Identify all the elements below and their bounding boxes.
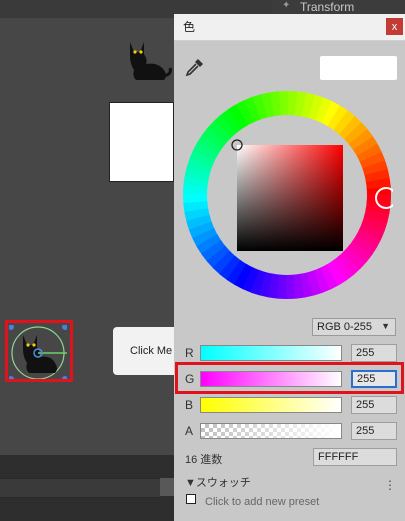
- hex-label: 16 進数: [185, 454, 223, 466]
- selection-highlight: [5, 320, 73, 382]
- white-panel[interactable]: [109, 102, 174, 182]
- close-button[interactable]: x: [386, 18, 403, 35]
- channel-a-value[interactable]: 255: [351, 422, 397, 440]
- eyedropper-icon[interactable]: [184, 56, 206, 78]
- transform-icon: ✦: [282, 0, 291, 11]
- channel-a-slider[interactable]: [200, 423, 342, 439]
- bottom-input-strip[interactable]: [0, 478, 160, 498]
- cat-sprite[interactable]: [122, 36, 174, 84]
- swatch-menu-icon[interactable]: ⋮: [384, 478, 396, 492]
- picker-titlebar[interactable]: [174, 14, 405, 41]
- color-mode-select[interactable]: RGB 0-255 ▼: [312, 318, 396, 336]
- color-mode-label: RGB 0-255: [317, 321, 373, 333]
- preset-swatch[interactable]: [186, 494, 196, 504]
- hex-input[interactable]: FFFFFF: [313, 448, 397, 466]
- channel-b-value[interactable]: 255: [351, 396, 397, 414]
- add-preset-label[interactable]: Click to add new preset: [205, 496, 319, 508]
- picker-title: 色: [183, 20, 196, 34]
- channel-a-label: A: [185, 424, 194, 438]
- inspector-transform-label[interactable]: Transform: [300, 0, 354, 14]
- channel-b-slider[interactable]: [200, 397, 342, 413]
- channel-r-slider[interactable]: [200, 345, 342, 361]
- color-wheel[interactable]: [181, 89, 393, 301]
- click-me-button[interactable]: Click Me: [113, 327, 175, 375]
- channel-r-label: R: [185, 346, 194, 360]
- channel-r-value[interactable]: 255: [351, 344, 397, 362]
- channel-g-highlight: [175, 362, 404, 394]
- channel-b-label: B: [185, 398, 194, 412]
- chevron-down-icon: ▼: [381, 321, 390, 331]
- color-preview-swatch: [320, 56, 397, 80]
- swatches-header[interactable]: ▼スウォッチ: [185, 474, 251, 490]
- bottom-strip-button[interactable]: [160, 478, 174, 496]
